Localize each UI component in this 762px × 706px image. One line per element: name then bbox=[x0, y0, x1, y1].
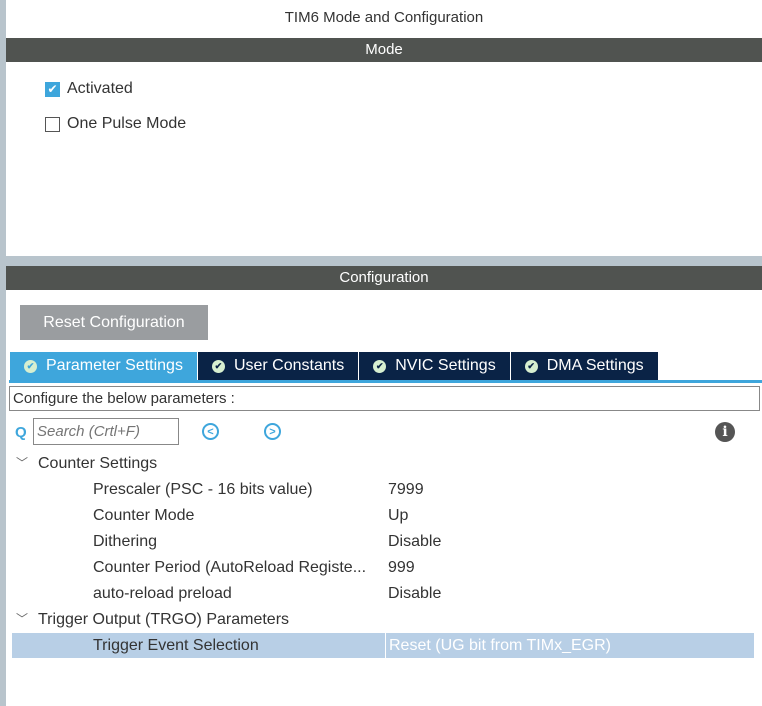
configuration-panel: Configuration Reset Configuration ✔ Param… bbox=[6, 266, 762, 706]
param-name: Counter Mode bbox=[93, 507, 195, 524]
group-trigger-output[interactable]: ﹀ Trigger Output (TRGO) Parameters bbox=[12, 607, 754, 632]
param-row[interactable]: auto-reload preload Disable bbox=[12, 581, 754, 606]
one-pulse-mode-checkbox[interactable]: One Pulse Mode bbox=[45, 115, 186, 133]
info-icon[interactable]: i bbox=[715, 422, 735, 442]
checkmark-icon: ✔ bbox=[45, 81, 60, 97]
param-row[interactable]: Counter Mode Up bbox=[12, 503, 754, 528]
tab-label: NVIC Settings bbox=[395, 357, 496, 374]
param-name: Trigger Event Selection bbox=[93, 637, 259, 654]
tab-nvic-settings[interactable]: ✔ NVIC Settings bbox=[359, 352, 511, 380]
group-counter-settings[interactable]: ﹀ Counter Settings bbox=[12, 451, 754, 476]
param-name: Dithering bbox=[93, 533, 158, 550]
param-value[interactable]: 7999 bbox=[388, 477, 424, 502]
search-icon: Q bbox=[15, 424, 27, 441]
checkbox-empty-icon bbox=[45, 116, 60, 132]
previous-icon[interactable]: < bbox=[202, 423, 219, 440]
check-circle-icon: ✔ bbox=[24, 359, 37, 373]
param-value[interactable]: Disable bbox=[388, 581, 441, 606]
search-row: Q < > i bbox=[6, 418, 762, 446]
tab-parameter-settings[interactable]: ✔ Parameter Settings bbox=[10, 352, 198, 380]
tab-label: DMA Settings bbox=[546, 357, 644, 374]
one-pulse-label: One Pulse Mode bbox=[67, 115, 187, 132]
configure-hint: Configure the below parameters : bbox=[9, 386, 760, 411]
activated-checkbox[interactable]: ✔ Activated bbox=[45, 80, 133, 98]
param-row[interactable]: Dithering Disable bbox=[12, 529, 754, 554]
chevron-down-icon: ﹀ bbox=[16, 456, 29, 470]
page-title: TIM6 Mode and Configuration bbox=[284, 9, 484, 26]
reset-configuration-button[interactable]: Reset Configuration bbox=[20, 305, 208, 340]
param-row[interactable]: Prescaler (PSC - 16 bits value) 7999 bbox=[12, 477, 754, 502]
param-name: Counter Period (AutoReload Registe... bbox=[93, 559, 367, 576]
tab-bar: ✔ Parameter Settings ✔ User Constants ✔ NVI… bbox=[10, 352, 659, 380]
tab-label: Parameter Settings bbox=[46, 357, 183, 374]
tab-label: User Constants bbox=[233, 357, 345, 374]
mode-panel: TIM6 Mode and Configuration Mode ✔ Activ… bbox=[6, 0, 762, 256]
param-row[interactable]: Counter Period (AutoReload Registe... 999 bbox=[12, 555, 754, 580]
mode-header: Mode bbox=[6, 38, 762, 62]
check-circle-icon: ✔ bbox=[373, 359, 387, 373]
param-name: Prescaler (PSC - 16 bits value) bbox=[93, 481, 313, 498]
param-name: auto-reload preload bbox=[93, 585, 232, 602]
search-input[interactable] bbox=[33, 418, 179, 445]
next-icon[interactable]: > bbox=[264, 423, 281, 440]
activated-label: Activated bbox=[67, 80, 133, 97]
group-label: Counter Settings bbox=[38, 455, 158, 472]
param-row-selected[interactable]: Trigger Event Selection Reset (UG bit fro… bbox=[12, 633, 754, 658]
param-value[interactable]: Up bbox=[388, 503, 408, 528]
tab-user-constants[interactable]: ✔ User Constants bbox=[197, 352, 360, 380]
chevron-down-icon: ﹀ bbox=[16, 612, 29, 626]
configuration-header: Configuration bbox=[6, 266, 762, 290]
check-circle-icon: ✔ bbox=[211, 359, 225, 373]
tab-dma-settings[interactable]: ✔ DMA Settings bbox=[510, 352, 659, 380]
param-value[interactable]: Disable bbox=[388, 529, 441, 554]
param-value[interactable]: Reset (UG bit from TIMx_EGR) bbox=[385, 633, 754, 658]
check-circle-icon: ✔ bbox=[524, 359, 538, 373]
param-value[interactable]: 999 bbox=[388, 555, 415, 580]
group-label: Trigger Output (TRGO) Parameters bbox=[38, 611, 290, 628]
tab-underline bbox=[9, 380, 762, 383]
